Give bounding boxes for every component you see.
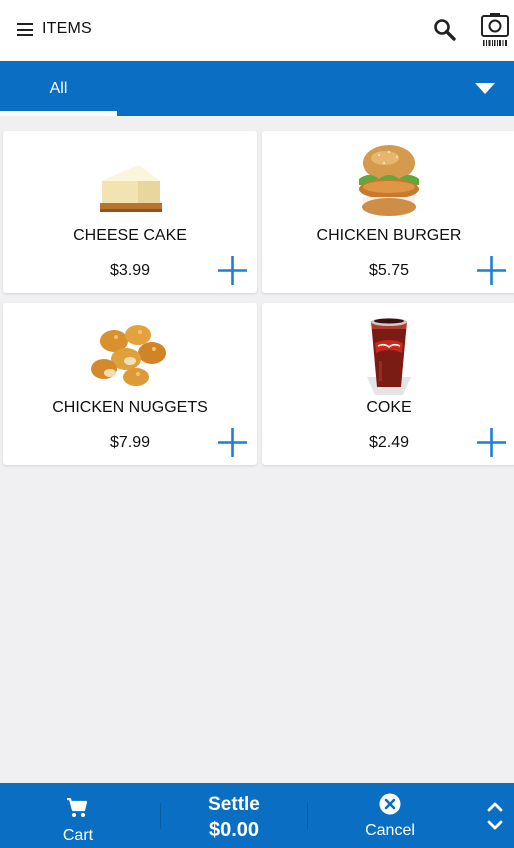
add-plus-icon[interactable]	[475, 426, 508, 459]
coke-cup-image	[367, 318, 411, 395]
cart-label: Cart	[62, 827, 94, 844]
cancel-label: Cancel	[365, 822, 415, 839]
tab-all[interactable]: All	[0, 61, 117, 116]
cheesecake-image	[100, 165, 162, 212]
item-name: CHICKEN BURGER	[316, 227, 462, 244]
hamburger-menu-icon[interactable]	[17, 23, 33, 36]
category-tab-bar: All	[0, 61, 514, 116]
add-plus-icon[interactable]	[216, 426, 249, 459]
top-app-bar: ITEMS	[0, 0, 514, 61]
item-name: COKE	[366, 399, 412, 416]
triangle-down-icon[interactable]	[475, 83, 495, 94]
add-plus-icon[interactable]	[475, 254, 508, 287]
settle-label: Settle	[208, 794, 260, 815]
add-plus-icon[interactable]	[216, 254, 249, 287]
chicken-nuggets-image	[91, 325, 166, 386]
bottom-action-bar: Cart Settle $0.00 Cancel	[0, 783, 514, 848]
camera-barcode-icon[interactable]	[480, 12, 510, 48]
item-card-cheese-cake[interactable]: CHEESE CAKE $3.99	[3, 131, 257, 293]
item-card-chicken-nuggets[interactable]: CHICKEN NUGGETS $7.99	[3, 303, 257, 465]
item-card-chicken-burger[interactable]: CHICKEN BURGER $5.75	[262, 131, 514, 293]
item-name: CHEESE CAKE	[73, 227, 187, 244]
cancel-x-circle-icon	[379, 793, 401, 815]
active-tab-indicator	[0, 111, 117, 116]
chicken-burger-image	[359, 145, 419, 216]
page-title: ITEMS	[42, 20, 92, 37]
shopping-cart-icon	[67, 798, 88, 817]
chevron-up-down-icon[interactable]	[485, 800, 505, 832]
divider	[307, 803, 308, 829]
item-card-coke[interactable]: COKE $2.49	[262, 303, 514, 465]
settle-total: $0.00	[208, 819, 260, 841]
item-name: CHICKEN NUGGETS	[52, 399, 208, 416]
search-icon[interactable]	[432, 17, 458, 43]
divider	[160, 803, 161, 829]
